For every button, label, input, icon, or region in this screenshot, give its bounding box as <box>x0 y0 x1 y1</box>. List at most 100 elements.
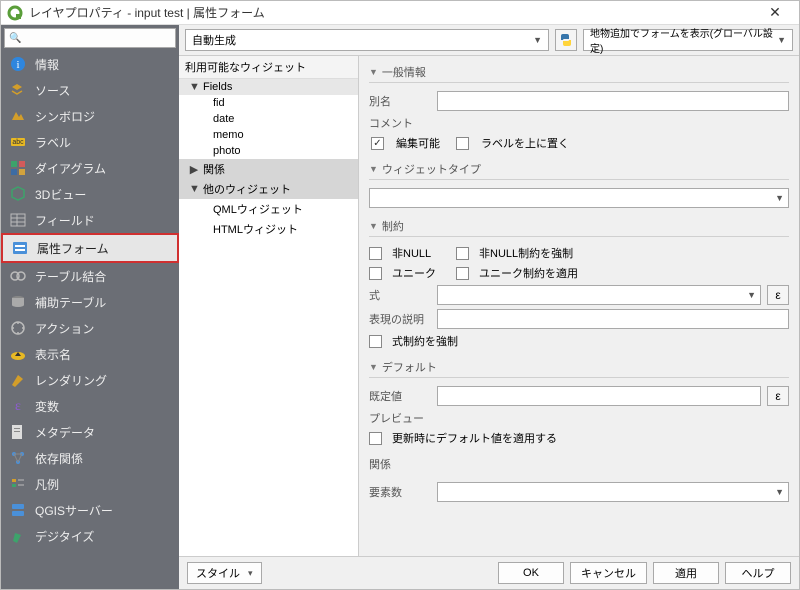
sidebar-item-action[interactable]: アクション <box>1 315 179 341</box>
label-on-top-label: ラベルを上に置く <box>481 135 569 151</box>
sidebar-item-info[interactable]: i情報 <box>1 51 179 77</box>
sidebar-item-legend[interactable]: 凡例 <box>1 471 179 497</box>
triangle-right-icon: ▶ <box>189 163 199 176</box>
server-icon <box>9 501 27 519</box>
label-on-top-checkbox[interactable] <box>456 137 469 150</box>
sidebar-item-aux[interactable]: 補助テーブル <box>1 289 179 315</box>
form-pane: ▼ 一般情報 別名 コメント 編集可能 ラベルを上に置く <box>359 56 799 556</box>
close-button[interactable]: ✕ <box>757 3 793 23</box>
sidebar-search-input[interactable]: 🔍 <box>4 28 176 48</box>
tree-item-label: fid <box>213 97 225 109</box>
sidebar-item-server[interactable]: QGISサーバー <box>1 497 179 523</box>
sidebar-item-3d[interactable]: 3Dビュー <box>1 181 179 207</box>
sidebar-item-join[interactable]: テーブル結合 <box>1 263 179 289</box>
sidebar-item-meta[interactable]: メタデータ <box>1 419 179 445</box>
tree-item[interactable]: fid <box>179 95 358 111</box>
sidebar-item-label[interactable]: abc ラベル <box>1 129 179 155</box>
default-input[interactable] <box>437 386 761 406</box>
sidebar-item-diagram[interactable]: ダイアグラム <box>1 155 179 181</box>
python-init-button[interactable] <box>555 29 577 51</box>
legend-icon <box>9 475 27 493</box>
sidebar-item-render[interactable]: レンダリング <box>1 367 179 393</box>
sidebar-list: i情報ソースシンボロジ abc ラベルダイアグラム3Dビューフィールド属性フォームテ… <box>1 51 179 589</box>
tree-group[interactable]: ▶ 関係 <box>179 159 358 179</box>
enforce-expr-checkbox[interactable] <box>369 335 382 348</box>
sidebar-item-label: 情報 <box>35 56 59 73</box>
cardinality-combo[interactable]: ▼ <box>437 482 789 502</box>
footer: スタイル ▾ OK キャンセル 適用 ヘルプ <box>179 557 799 589</box>
help-button[interactable]: ヘルプ <box>725 562 791 584</box>
section-relations-head[interactable]: 関係 <box>369 454 789 474</box>
sidebar-item-var[interactable]: ε変数 <box>1 393 179 419</box>
tree-item[interactable]: date <box>179 111 358 127</box>
tree-group-label: 関係 <box>203 161 225 177</box>
triangle-down-icon: ▼ <box>369 67 378 77</box>
tree-item[interactable]: QMLウィジェット <box>179 199 358 219</box>
label-icon: abc <box>9 133 27 151</box>
sidebar-item-attrform[interactable]: 属性フォーム <box>1 233 179 263</box>
sidebar-item-label: メタデータ <box>35 424 95 441</box>
section-constraints-title: 制約 <box>382 218 404 234</box>
expr-input[interactable]: ▼ <box>437 285 761 305</box>
source-icon <box>9 81 27 99</box>
section-widget-type-head[interactable]: ▼ ウィジェットタイプ <box>369 159 789 180</box>
digitize-icon <box>9 527 27 545</box>
tree-item[interactable]: photo <box>179 143 358 159</box>
sidebar-item-digitize[interactable]: デジタイズ <box>1 523 179 549</box>
sidebar-item-display[interactable]: 表示名 <box>1 341 179 367</box>
expr-label: 式 <box>369 287 431 303</box>
cancel-button[interactable]: キャンセル <box>570 562 647 584</box>
chevron-down-icon: ▼ <box>775 193 784 203</box>
default-expression-button[interactable]: ε <box>767 386 789 406</box>
tree-item[interactable]: HTMLウィジット <box>179 219 358 239</box>
sidebar-item-fields[interactable]: フィールド <box>1 207 179 233</box>
widget-type-combo[interactable]: ▼ <box>369 188 789 208</box>
sidebar-item-symbology[interactable]: シンボロジ <box>1 103 179 129</box>
chevron-down-icon: ▼ <box>775 487 784 497</box>
editor-layout-combo[interactable]: 自動生成 ▼ <box>185 29 549 51</box>
style-menu-button[interactable]: スタイル ▾ <box>187 562 262 584</box>
sidebar-item-depend[interactable]: 依存関係 <box>1 445 179 471</box>
aux-icon <box>9 293 27 311</box>
meta-icon <box>9 423 27 441</box>
sidebar-item-label: アクション <box>35 320 94 337</box>
ok-button[interactable]: OK <box>498 562 564 584</box>
apply-button[interactable]: 適用 <box>653 562 719 584</box>
triangle-down-icon: ▼ <box>369 221 378 231</box>
show-form-on-add-combo[interactable]: 地物追加でフォームを表示(グローバル設定) ▼ <box>583 29 793 51</box>
unique-checkbox[interactable] <box>369 267 382 280</box>
triangle-down-icon: ▼ <box>369 164 378 174</box>
section-defaults-head[interactable]: ▼ デフォルト <box>369 357 789 378</box>
tree-item-label: HTMLウィジット <box>213 221 298 237</box>
qgis-logo-icon <box>7 5 23 21</box>
section-constraints-head[interactable]: ▼ 制約 <box>369 216 789 237</box>
tree-group[interactable]: ▼Fields <box>179 79 358 95</box>
chevron-down-icon: ▼ <box>747 290 756 300</box>
enforce-not-null-label: 非NULL制約を強制 <box>479 245 573 261</box>
sidebar: 🔍 i情報ソースシンボロジ abc ラベルダイアグラム3Dビューフィールド属性フォー… <box>1 25 179 589</box>
chevron-down-icon: ▾ <box>248 568 253 579</box>
editor-layout-value: 自動生成 <box>192 32 236 48</box>
editable-checkbox[interactable] <box>371 137 384 150</box>
enforce-not-null-checkbox[interactable] <box>456 247 469 260</box>
tree-item[interactable]: memo <box>179 127 358 143</box>
sidebar-item-source[interactable]: ソース <box>1 77 179 103</box>
sidebar-item-label: ラベル <box>35 134 71 151</box>
sidebar-item-label: 表示名 <box>35 346 71 363</box>
not-null-checkbox[interactable] <box>369 247 382 260</box>
search-icon: 🔍 <box>9 33 21 44</box>
expression-builder-button[interactable]: ε <box>767 285 789 305</box>
style-button-label: スタイル <box>196 565 240 581</box>
alias-input[interactable] <box>437 91 789 111</box>
tree-item-label: date <box>213 113 234 125</box>
expr-desc-input[interactable] <box>437 309 789 329</box>
enforce-unique-checkbox[interactable] <box>456 267 469 280</box>
top-toolbar: 自動生成 ▼ 地物追加でフォームを表示(グローバル設定) ▼ <box>179 25 799 55</box>
apply-on-update-checkbox[interactable] <box>369 432 382 445</box>
tree-group[interactable]: ▼他のウィジェット <box>179 179 358 199</box>
cardinality-label: 要素数 <box>369 484 431 500</box>
sidebar-item-label: 補助テーブル <box>35 294 106 311</box>
attrform-icon <box>11 239 29 257</box>
section-defaults-title: デフォルト <box>382 359 437 375</box>
section-general-head[interactable]: ▼ 一般情報 <box>369 62 789 83</box>
